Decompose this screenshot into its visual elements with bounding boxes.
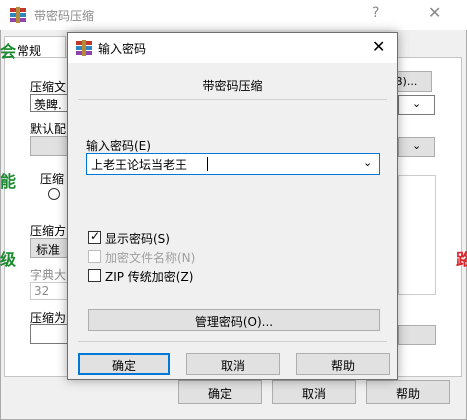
help-icon[interactable]: ? [372, 5, 379, 21]
password-input[interactable]: 上老王论坛当老王 ⌄ [86, 153, 380, 175]
password-dialog: 输入密码 ✕ 带密码压缩 输入密码(E) 上老王论坛当老王 ⌄ ✓ 显示密码(S… [67, 32, 398, 380]
winrar-icon [10, 7, 26, 23]
help-button[interactable]: 帮助 [296, 353, 390, 375]
close-icon[interactable]: ✕ [428, 3, 441, 22]
edge-text-fragment: 路 [456, 250, 467, 269]
default-profile-label: 默认配 [30, 122, 67, 136]
close-icon[interactable]: ✕ [372, 37, 385, 56]
zip-legacy-encryption-label[interactable]: ZIP 传统加密(Z) [105, 268, 193, 285]
archive-options-box [398, 175, 436, 295]
profiles-button[interactable] [30, 136, 70, 156]
zip-legacy-encryption-checkbox[interactable] [88, 269, 101, 282]
method-select[interactable]: 标准 [30, 238, 68, 258]
cancel-button[interactable]: 取消 [186, 353, 280, 375]
format-radio[interactable] [48, 188, 60, 200]
chevron-down-icon[interactable]: ⌄ [363, 156, 372, 169]
dialog-subtitle: 带密码压缩 [202, 79, 263, 93]
chevron-down-icon: ⌄ [412, 97, 422, 110]
archive-name-field[interactable]: 羡睥. [30, 94, 72, 112]
background-ok-button[interactable]: 确定 [178, 380, 262, 404]
chevron-down-icon: ⌄ [412, 139, 422, 152]
archive-name-label: 压缩文 [30, 80, 67, 94]
edge-text-fragment: 能 [0, 172, 17, 191]
background-help-button[interactable]: 帮助 [366, 380, 450, 404]
password-label: 输入密码(E) [86, 139, 151, 153]
encrypt-filenames-label[interactable]: 加密文件名称(N) [105, 249, 195, 266]
encrypt-filenames-checkbox[interactable] [88, 250, 101, 263]
volume-size-field[interactable] [30, 324, 68, 344]
ok-button[interactable]: 确定 [78, 353, 170, 375]
manage-passwords-button[interactable]: 管理密码(O)... [88, 309, 380, 331]
set-password-button[interactable] [398, 325, 436, 345]
format-group-label: 压缩 [40, 172, 65, 186]
divider [78, 99, 387, 100]
checkmark-icon: ✓ [90, 229, 101, 243]
background-window-title: 带密码压缩 [34, 9, 95, 23]
dict-size-label: 字典大 [30, 268, 67, 282]
method-label: 压缩方 [30, 224, 67, 238]
dict-size-select[interactable]: 32 [30, 282, 68, 300]
background-cancel-button[interactable]: 取消 [272, 380, 356, 404]
divider [78, 341, 387, 342]
show-password-checkbox[interactable]: ✓ [88, 229, 101, 244]
edge-text-fragment: 级 [0, 250, 17, 269]
show-password-label[interactable]: 显示密码(S) [105, 230, 170, 247]
dialog-title: 输入密码 [98, 42, 147, 56]
text-caret [207, 157, 208, 171]
password-value: 上老王论坛当老王 [91, 158, 188, 172]
edge-text-fragment: 会 [0, 42, 17, 61]
winrar-icon [76, 40, 92, 56]
